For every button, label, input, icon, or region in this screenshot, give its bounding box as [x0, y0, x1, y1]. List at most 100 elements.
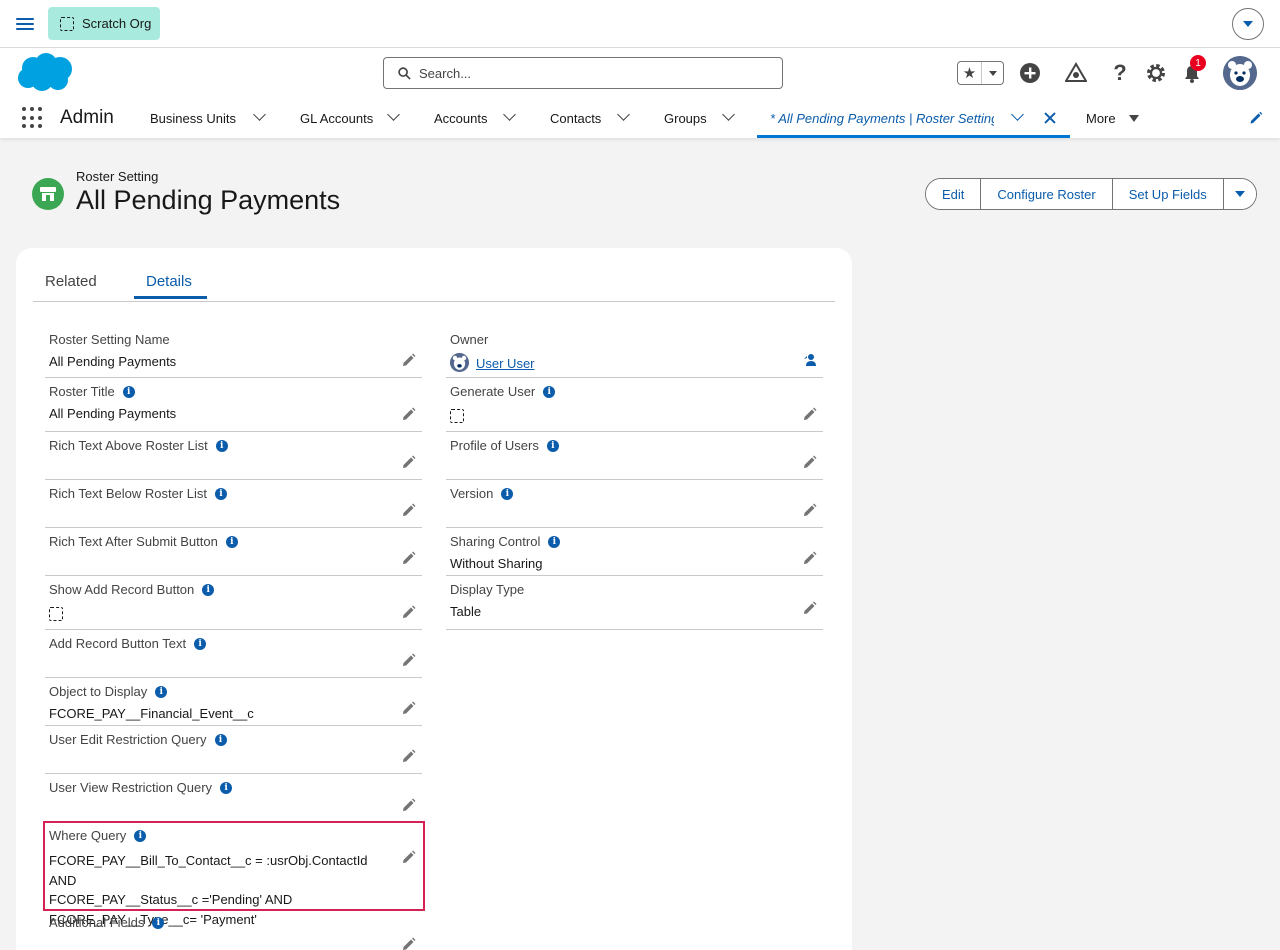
pencil-icon[interactable]	[402, 407, 416, 421]
field-rich-text-after-submit: Rich Text After Submit Button i	[45, 534, 422, 576]
edit-nav-icon[interactable]	[1249, 111, 1263, 125]
chevron-down-icon[interactable]	[503, 108, 516, 121]
field-user-edit-restriction-query: User Edit Restriction Query i	[45, 732, 422, 774]
change-owner-icon[interactable]	[803, 353, 817, 367]
tab-details[interactable]: Details	[146, 273, 192, 290]
roster-setting-icon	[32, 178, 64, 210]
menu-icon[interactable]	[16, 15, 34, 33]
object-type-label: Roster Setting	[76, 169, 159, 184]
salesforce-cloud-logo[interactable]	[16, 52, 74, 92]
notification-badge: 1	[1190, 55, 1206, 71]
org-icon	[60, 16, 74, 31]
pencil-icon[interactable]	[402, 605, 416, 619]
pencil-icon[interactable]	[803, 455, 817, 469]
pencil-icon[interactable]	[402, 455, 416, 469]
field-label-wrap: Version i	[450, 486, 514, 501]
user-avatar[interactable]	[1223, 56, 1257, 90]
utility-dropdown-button[interactable]	[1232, 8, 1264, 40]
field-label: Additional Fields	[49, 915, 145, 930]
field-value: All Pending Payments	[49, 354, 177, 369]
info-icon[interactable]: i	[215, 487, 227, 500]
help-icon[interactable]: ?	[1109, 60, 1131, 85]
global-search[interactable]	[383, 57, 783, 89]
favorites-group[interactable]: ★	[957, 61, 1004, 85]
scratch-org-badge[interactable]: Scratch Org	[48, 7, 160, 40]
field-generate-user: Generate User i	[446, 384, 823, 432]
utility-bar: Scratch Org	[0, 0, 1280, 48]
nav-item-business-units[interactable]: Business Units	[150, 98, 236, 138]
chevron-down-icon	[988, 70, 997, 76]
pencil-icon[interactable]	[803, 503, 817, 517]
info-icon[interactable]: i	[548, 535, 561, 548]
chevron-down-icon[interactable]	[617, 108, 630, 121]
chevron-down-icon[interactable]	[1011, 108, 1024, 121]
nav-item-accounts[interactable]: Accounts	[434, 98, 487, 138]
nav-more[interactable]: More	[1086, 98, 1116, 138]
nav-item-active-record[interactable]: * All Pending Payments | Roster Setting	[757, 98, 1070, 138]
info-icon[interactable]: i	[543, 385, 556, 398]
configure-roster-button[interactable]: Configure Roster	[981, 179, 1113, 209]
nav-item-label: Groups	[664, 110, 707, 126]
pencil-icon[interactable]	[402, 503, 416, 517]
nav-item-contacts[interactable]: Contacts	[550, 98, 601, 138]
field-add-record-button-text: Add Record Button Text i	[45, 636, 422, 678]
info-icon[interactable]: i	[546, 439, 559, 452]
info-icon[interactable]: i	[122, 385, 135, 398]
app-navigation-bar: Admin Business Units GL Accounts Account…	[0, 98, 1280, 138]
info-icon[interactable]: i	[225, 535, 238, 548]
more-actions-button[interactable]	[1223, 179, 1256, 209]
pencil-icon[interactable]	[402, 798, 416, 812]
field-label-wrap: Additional Fields i	[49, 915, 165, 930]
nav-item-label: Accounts	[434, 110, 488, 126]
set-up-fields-button[interactable]: Set Up Fields	[1112, 179, 1224, 209]
field-value: All Pending Payments	[49, 406, 177, 421]
pencil-icon[interactable]	[803, 407, 817, 421]
pencil-icon[interactable]	[803, 601, 817, 615]
chevron-down-icon[interactable]	[253, 108, 266, 121]
pencil-icon[interactable]	[402, 850, 416, 864]
info-icon[interactable]: i	[155, 685, 168, 698]
info-icon[interactable]: i	[220, 781, 233, 794]
chevron-down-icon[interactable]	[387, 108, 400, 121]
favorites-dropdown[interactable]	[982, 62, 1003, 84]
star-icon[interactable]: ★	[958, 62, 982, 84]
pencil-icon[interactable]	[803, 551, 817, 565]
close-icon[interactable]	[1044, 112, 1056, 124]
chevron-down-icon	[1243, 21, 1253, 27]
pencil-icon[interactable]	[402, 353, 416, 367]
info-icon[interactable]: i	[215, 439, 228, 452]
pencil-icon[interactable]	[402, 551, 416, 565]
chevron-down-icon	[1234, 191, 1245, 197]
pencil-icon[interactable]	[402, 749, 416, 763]
chevron-down-icon[interactable]	[722, 108, 735, 121]
field-object-to-display: Object to Display i FCORE_PAY__Financial_…	[45, 684, 422, 726]
info-icon[interactable]: i	[134, 829, 147, 842]
checkbox-unchecked-icon	[49, 607, 63, 621]
info-icon[interactable]: i	[194, 637, 207, 650]
caret-down-icon[interactable]	[1129, 115, 1139, 122]
owner-link[interactable]: User User	[476, 356, 535, 371]
trailhead-icon[interactable]	[1065, 62, 1087, 84]
nav-item-gl-accounts[interactable]: GL Accounts	[300, 98, 373, 138]
gear-icon[interactable]	[1145, 62, 1167, 84]
nav-item-groups[interactable]: Groups	[664, 98, 707, 138]
owner-avatar	[450, 353, 469, 372]
info-icon[interactable]: i	[202, 583, 215, 596]
info-icon[interactable]: i	[152, 916, 165, 929]
pencil-icon[interactable]	[402, 701, 416, 715]
field-label-wrap: Rich Text Below Roster List i	[49, 486, 227, 501]
edit-button[interactable]: Edit	[926, 179, 982, 209]
pencil-icon[interactable]	[402, 937, 416, 950]
tab-related[interactable]: Related	[45, 273, 97, 290]
field-label-wrap: Rich Text After Submit Button i	[49, 534, 238, 549]
info-icon[interactable]: i	[214, 733, 227, 746]
app-launcher-icon[interactable]	[22, 107, 44, 129]
field-label: Rich Text Below Roster List	[49, 486, 207, 501]
field-label-wrap: Profile of Users i	[450, 438, 559, 453]
add-icon[interactable]	[1019, 62, 1041, 84]
field-label: Rich Text After Submit Button	[49, 534, 218, 549]
pencil-icon[interactable]	[402, 653, 416, 667]
info-icon[interactable]: i	[501, 487, 514, 500]
search-input[interactable]	[419, 65, 759, 81]
field-label: Display Type	[450, 582, 525, 597]
